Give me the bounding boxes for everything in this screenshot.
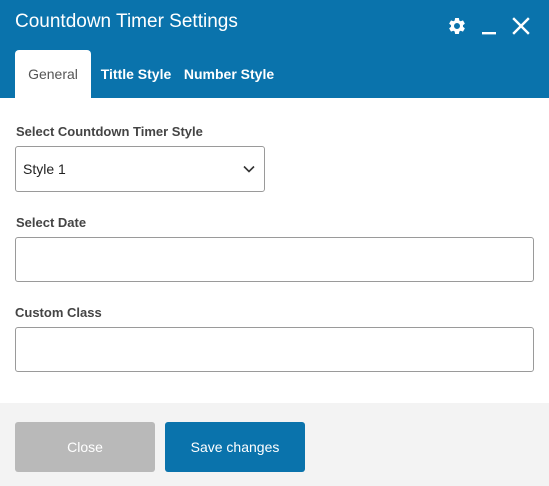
custom-class-input[interactable] <box>15 327 534 372</box>
dialog-footer: Close Save changes <box>0 403 549 486</box>
dialog-header: Countdown Timer Settings General Tittle … <box>0 0 549 98</box>
select-date-input[interactable] <box>15 237 534 282</box>
header-icons <box>446 14 532 38</box>
settings-tabs: General Tittle Style Number Style <box>15 50 277 98</box>
timer-style-label: Select Countdown Timer Style <box>16 124 203 139</box>
close-button[interactable]: Close <box>15 422 155 472</box>
timer-style-select[interactable]: Style 1 <box>15 146 265 192</box>
countdown-timer-settings-dialog: Countdown Timer Settings General Tittle … <box>0 0 549 486</box>
dialog-title: Countdown Timer Settings <box>15 11 238 32</box>
tab-number-style[interactable]: Number Style <box>181 50 277 98</box>
close-icon[interactable] <box>510 15 532 37</box>
minimize-icon[interactable] <box>478 15 500 37</box>
dialog-body: Select Countdown Timer Style Style 1 Sel… <box>0 98 549 403</box>
tab-title-style[interactable]: Tittle Style <box>91 50 181 98</box>
chevron-down-icon <box>242 162 256 176</box>
gear-icon[interactable] <box>446 15 468 37</box>
save-changes-button[interactable]: Save changes <box>165 422 305 472</box>
select-date-label: Select Date <box>16 215 87 230</box>
timer-style-selected-value: Style 1 <box>23 161 66 177</box>
custom-class-label: Custom Class <box>15 305 102 320</box>
tab-general[interactable]: General <box>15 50 91 98</box>
